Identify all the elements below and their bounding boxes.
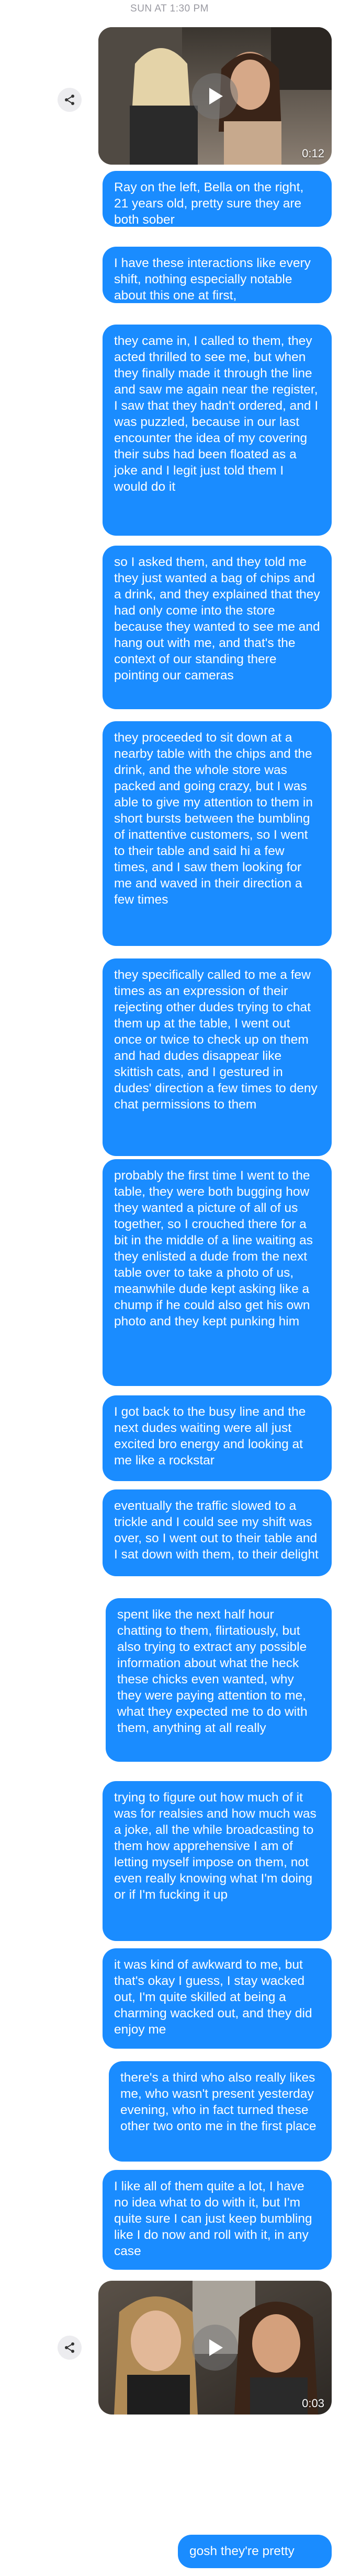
play-icon xyxy=(209,2339,223,2356)
video-duration: 0:12 xyxy=(302,147,324,160)
video-duration: 0:03 xyxy=(302,2397,324,2410)
share-icon xyxy=(65,2342,74,2353)
message-bubble: they specifically called to me a few tim… xyxy=(103,958,332,1156)
message-bubble: there's a third who also really likes me… xyxy=(109,2061,332,2162)
message-bubble: eventually the traffic slowed to a trick… xyxy=(103,1489,332,1576)
message-bubble: probably the first time I went to the ta… xyxy=(103,1159,332,1386)
message-bubble: gosh they're pretty xyxy=(178,2535,332,2568)
timestamp: SUN AT 1:30 PM xyxy=(130,3,209,14)
play-icon xyxy=(209,87,223,105)
message-bubble: they proceeded to sit down at a nearby t… xyxy=(103,721,332,946)
message-bubble: spent like the next half hour chatting t… xyxy=(106,1598,332,1762)
message-bubble: I have these interactions like every shi… xyxy=(103,247,332,303)
play-button[interactable] xyxy=(192,2325,238,2371)
share-icon xyxy=(65,95,74,105)
message-bubble: so I asked them, and they told me they j… xyxy=(103,546,332,709)
message-bubble: I got back to the busy line and the next… xyxy=(103,1395,332,1481)
message-bubble: they came in, I called to them, they act… xyxy=(103,325,332,536)
share-button[interactable] xyxy=(58,2336,82,2360)
message-bubble: trying to figure out how much of it was … xyxy=(103,1781,332,1941)
message-bubble: Ray on the left, Bella on the right, 21 … xyxy=(103,171,332,227)
message-bubble: it was kind of awkward to me, but that's… xyxy=(103,1948,332,2049)
video-message[interactable]: 0:03 xyxy=(98,2281,332,2415)
share-button[interactable] xyxy=(58,88,82,112)
video-message[interactable]: 0:12 xyxy=(98,27,332,165)
message-bubble: I like all of them quite a lot, I have n… xyxy=(103,2170,332,2270)
play-button[interactable] xyxy=(192,73,238,119)
